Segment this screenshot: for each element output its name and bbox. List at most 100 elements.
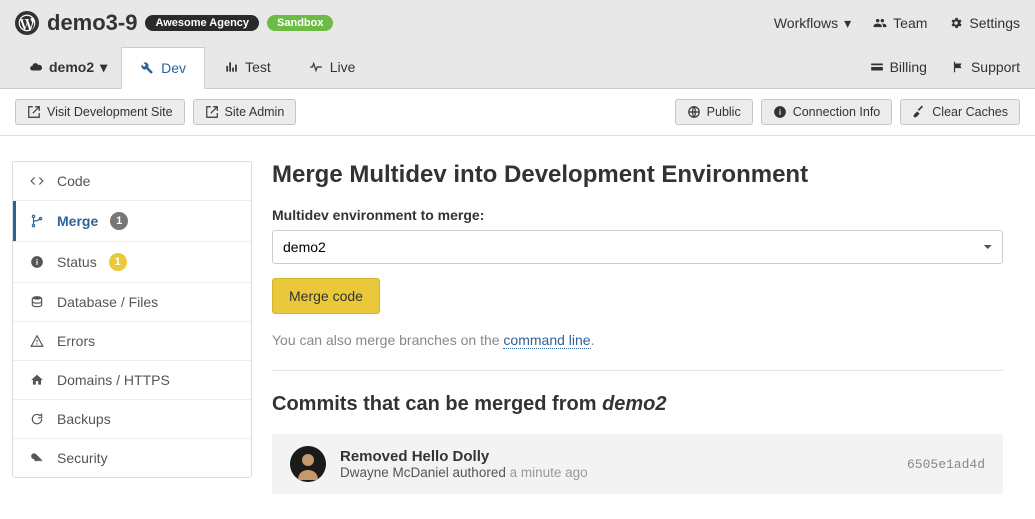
sidebar-item-status[interactable]: Status 1 [13,242,251,283]
commits-heading-env: demo2 [602,393,666,415]
site-name: demo3-9 [47,10,137,36]
avatar [290,446,326,482]
public-label: Public [707,105,741,119]
main: Merge Multidev into Development Environm… [272,161,1023,494]
tabbar: demo2 ▾ Dev Test Live Billing Support [0,46,1035,89]
external-link-icon [27,105,41,119]
sidebar-item-errors[interactable]: Errors [13,322,251,361]
site-admin-label: Site Admin [225,105,285,119]
site-admin-button[interactable]: Site Admin [193,99,297,125]
tab-live-label: Live [330,59,356,75]
wordpress-icon [15,11,39,35]
toolbar-right: Public Connection Info Clear Caches [675,99,1020,125]
merge-code-button[interactable]: Merge code [272,278,380,314]
content: Code Merge 1 Status 1 Database / Files E… [0,136,1035,519]
visit-site-button[interactable]: Visit Development Site [15,99,185,125]
team-link[interactable]: Team [873,15,927,31]
visit-site-label: Visit Development Site [47,105,173,119]
tab-test[interactable]: Test [205,46,290,88]
sidebar-item-security[interactable]: Security [13,439,251,477]
team-label: Team [893,15,927,31]
sidebar-item-label: Domains / HTTPS [57,372,170,388]
billing-label: Billing [890,59,927,75]
sidebar-item-label: Errors [57,333,95,349]
commit-row[interactable]: Removed Hello Dolly Dwayne McDaniel auth… [272,434,1003,494]
broom-icon [912,105,926,119]
commit-author: Dwayne McDaniel authored [340,465,510,480]
clear-caches-button[interactable]: Clear Caches [900,99,1020,125]
info-icon [29,255,45,269]
help-suffix: . [591,332,595,348]
help-prefix: You can also merge branches on the [272,332,503,348]
workflows-menu[interactable]: Workflows ▾ [774,15,851,32]
sidebar-item-domains[interactable]: Domains / HTTPS [13,361,251,400]
env-select[interactable]: demo2 [272,230,1003,264]
sidebar-item-label: Status [57,254,97,270]
sidebar-item-merge[interactable]: Merge 1 [13,201,251,242]
commit-time: a minute ago [510,465,588,480]
gear-icon [949,16,963,30]
merge-badge: 1 [110,212,128,230]
env-field-label: Multidev environment to merge: [272,207,1003,223]
commits-heading-prefix: Commits that can be merged from [272,393,602,415]
chart-icon [224,60,238,74]
support-label: Support [971,59,1020,75]
sidebar-item-backups[interactable]: Backups [13,400,251,439]
toolbar: Visit Development Site Site Admin Public… [0,89,1035,136]
env-dropdown-label: demo2 [49,59,94,75]
wrench-icon [140,61,154,75]
database-icon [29,295,45,309]
commits-heading: Commits that can be merged from demo2 [272,393,1003,416]
merge-icon [29,214,45,228]
cloud-icon [29,60,43,74]
tabs-left: demo2 ▾ Dev Test Live [15,46,374,88]
tab-dev[interactable]: Dev [121,47,205,89]
sidebar-item-code[interactable]: Code [13,162,251,201]
info-icon [773,105,787,119]
warning-icon [29,334,45,348]
toolbar-left: Visit Development Site Site Admin [15,99,296,125]
header-right: Workflows ▾ Team Settings [774,15,1020,32]
page-title: Merge Multidev into Development Environm… [272,161,1003,189]
settings-label: Settings [969,15,1020,31]
commit-meta: Dwayne McDaniel authored a minute ago [340,465,893,480]
env-dropdown[interactable]: demo2 ▾ [15,49,121,86]
settings-link[interactable]: Settings [949,15,1020,31]
sidebar: Code Merge 1 Status 1 Database / Files E… [12,161,252,478]
tab-dev-label: Dev [161,60,186,76]
support-link[interactable]: Support [951,49,1020,85]
header-left: demo3-9 Awesome Agency Sandbox [15,10,333,36]
home-icon [29,373,45,387]
workflows-label: Workflows [774,15,838,31]
billing-link[interactable]: Billing [870,49,927,85]
team-icon [873,16,887,30]
sandbox-badge: Sandbox [267,15,333,31]
heartbeat-icon [309,60,323,74]
connection-info-label: Connection Info [793,105,881,119]
sidebar-item-label: Backups [57,411,111,427]
sidebar-item-label: Database / Files [57,294,158,310]
code-icon [29,174,45,188]
sidebar-item-label: Code [57,173,90,189]
sidebar-item-label: Security [57,450,108,466]
clear-caches-label: Clear Caches [932,105,1008,119]
chevron-down-icon: ▾ [844,15,851,32]
flag-icon [951,60,965,74]
tab-live[interactable]: Live [290,46,375,88]
sidebar-item-database[interactable]: Database / Files [13,283,251,322]
connection-info-button[interactable]: Connection Info [761,99,893,125]
public-button[interactable]: Public [675,99,753,125]
globe-icon [687,105,701,119]
command-line-link[interactable]: command line [503,332,590,349]
sidebar-item-label: Merge [57,213,98,229]
tab-test-label: Test [245,59,271,75]
status-badge: 1 [109,253,127,271]
commit-title: Removed Hello Dolly [340,448,893,465]
tabs-right: Billing Support [870,49,1020,85]
commit-body: Removed Hello Dolly Dwayne McDaniel auth… [340,448,893,480]
chevron-down-icon: ▾ [100,59,107,76]
refresh-icon [29,412,45,426]
commit-hash: 6505e1ad4d [907,457,985,472]
header: demo3-9 Awesome Agency Sandbox Workflows… [0,0,1035,46]
help-text: You can also merge branches on the comma… [272,332,1003,371]
